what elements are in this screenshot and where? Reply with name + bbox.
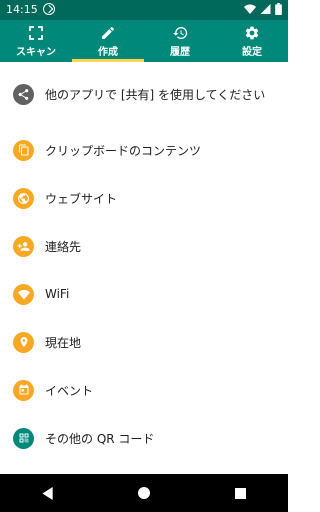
list-item-location[interactable]: 現在地 [0,318,288,366]
tab-history[interactable]: 履歴 [144,20,216,62]
clipboard-icon [13,139,34,161]
recents-square-icon [234,487,246,499]
wifi-signal-icon [244,4,256,14]
list-item-event[interactable]: イベント [0,366,288,414]
list-item-website[interactable]: ウェブサイト [0,174,288,222]
nav-back-button[interactable] [28,474,68,512]
tab-history-label: 履歴 [170,46,190,58]
list-item-label: 現在地 [45,335,82,350]
nav-recents-button[interactable] [220,474,260,512]
gear-icon [245,26,259,39]
tab-scan[interactable]: スキャン [0,20,72,62]
scan-icon [29,25,43,40]
qr-code-icon [13,427,34,449]
tab-scan-label: スキャン [16,46,56,58]
system-nav-bar [0,474,288,512]
tab-settings[interactable]: 設定 [216,20,288,62]
pencil-icon [102,26,115,39]
create-options-list: 他のアプリで [共有] を使用してください クリップボードのコンテンツ ウェブサ… [0,62,288,474]
app-tab-bar: スキャン 作成 履歴 設定 [0,20,288,62]
back-triangle-icon [42,486,53,500]
list-item-contact[interactable]: 連絡先 [0,222,288,270]
status-icons [244,3,282,15]
wifi-icon [13,283,34,305]
calendar-icon [13,379,34,401]
add-contact-icon [13,235,34,257]
list-item-label: WiFi [45,287,70,301]
location-pin-icon [13,331,34,353]
list-item-wifi[interactable]: WiFi [0,270,288,318]
list-item-label: 連絡先 [45,239,82,254]
list-item-label: 他のアプリで [共有] を使用してください [45,87,266,102]
list-item-share[interactable]: 他のアプリで [共有] を使用してください [0,62,288,126]
list-item-label: その他の QR コード [45,431,155,446]
list-item-label: ウェブサイト [45,191,118,206]
list-item-label: イベント [45,383,94,398]
share-icon [13,83,34,105]
tab-settings-label: 設定 [242,46,262,58]
list-item-partial[interactable] [0,462,288,474]
status-bar: 14:15 [0,0,288,20]
globe-icon [13,187,34,209]
notification-icon [43,3,55,15]
cell-signal-icon [260,4,271,14]
nav-home-button[interactable] [124,474,164,512]
list-item-label: クリップボードのコンテンツ [45,143,202,158]
status-time: 14:15 [6,3,38,16]
tab-create-label: 作成 [98,46,118,58]
app-root: 14:15 スキャン 作成 履歴 設定 他のアプリで [共有] を使用してくださ… [0,0,288,512]
tab-create[interactable]: 作成 [72,20,144,62]
history-icon [172,26,187,39]
list-item-clipboard[interactable]: クリップボードのコンテンツ [0,126,288,174]
list-item-other-qr[interactable]: その他の QR コード [0,414,288,462]
home-circle-icon [138,487,150,499]
battery-icon [275,3,282,15]
